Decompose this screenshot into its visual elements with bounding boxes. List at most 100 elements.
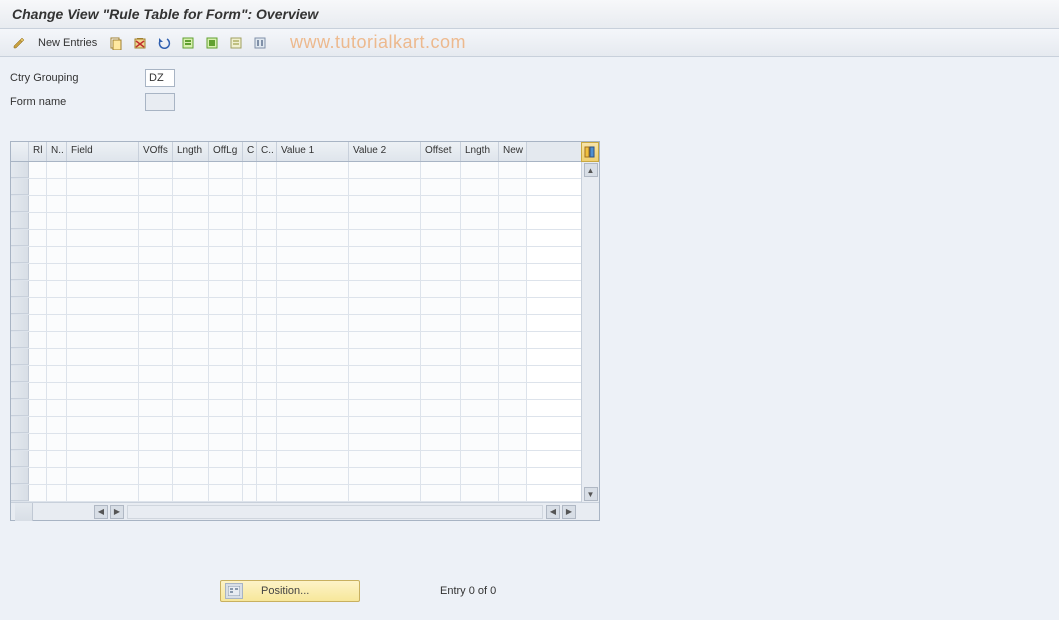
table-cell[interactable] (173, 264, 209, 280)
table-cell[interactable] (461, 179, 499, 195)
row-selector[interactable] (11, 281, 29, 297)
table-cell[interactable] (47, 298, 67, 314)
table-cell[interactable] (243, 366, 257, 382)
table-cell[interactable] (29, 400, 47, 416)
table-cell[interactable] (173, 315, 209, 331)
table-cell[interactable] (461, 485, 499, 501)
table-cell[interactable] (421, 434, 461, 450)
table-cell[interactable] (139, 332, 173, 348)
table-cell[interactable] (421, 247, 461, 263)
table-cell[interactable] (277, 383, 349, 399)
table-cell[interactable] (257, 485, 277, 501)
scroll-down-icon[interactable]: ▼ (584, 487, 598, 501)
table-row[interactable] (11, 196, 581, 213)
table-cell[interactable] (257, 179, 277, 195)
table-cell[interactable] (29, 315, 47, 331)
table-cell[interactable] (421, 485, 461, 501)
table-cell[interactable] (173, 213, 209, 229)
col-c1[interactable]: C (243, 142, 257, 161)
col-rl[interactable]: Rl (29, 142, 47, 161)
table-cell[interactable] (173, 417, 209, 433)
table-cell[interactable] (499, 298, 527, 314)
ctry-grouping-input[interactable] (145, 69, 175, 87)
table-cell[interactable] (209, 298, 243, 314)
table-cell[interactable] (47, 213, 67, 229)
table-cell[interactable] (67, 213, 139, 229)
table-cell[interactable] (277, 349, 349, 365)
table-cell[interactable] (139, 400, 173, 416)
table-cell[interactable] (349, 230, 421, 246)
table-cell[interactable] (209, 400, 243, 416)
table-cell[interactable] (29, 468, 47, 484)
table-cell[interactable] (209, 230, 243, 246)
table-cell[interactable] (421, 264, 461, 280)
table-cell[interactable] (499, 349, 527, 365)
col-new[interactable]: New (499, 142, 527, 161)
table-cell[interactable] (499, 451, 527, 467)
table-cell[interactable] (257, 196, 277, 212)
table-cell[interactable] (349, 366, 421, 382)
table-row[interactable] (11, 400, 581, 417)
table-cell[interactable] (47, 247, 67, 263)
select-all-icon[interactable] (179, 34, 197, 52)
table-cell[interactable] (173, 298, 209, 314)
table-cell[interactable] (257, 264, 277, 280)
table-cell[interactable] (243, 179, 257, 195)
table-cell[interactable] (29, 196, 47, 212)
table-cell[interactable] (349, 332, 421, 348)
table-cell[interactable] (243, 451, 257, 467)
row-selector[interactable] (11, 485, 29, 501)
table-cell[interactable] (257, 434, 277, 450)
table-cell[interactable] (139, 349, 173, 365)
table-cell[interactable] (461, 264, 499, 280)
col-offlg[interactable]: OffLg (209, 142, 243, 161)
table-cell[interactable] (209, 179, 243, 195)
row-selector[interactable] (11, 332, 29, 348)
table-cell[interactable] (257, 349, 277, 365)
table-cell[interactable] (173, 366, 209, 382)
table-cell[interactable] (209, 264, 243, 280)
table-cell[interactable] (209, 213, 243, 229)
col-n[interactable]: N.. (47, 142, 67, 161)
table-cell[interactable] (349, 196, 421, 212)
table-cell[interactable] (139, 281, 173, 297)
table-cell[interactable] (47, 434, 67, 450)
configuration-icon[interactable] (251, 34, 269, 52)
table-cell[interactable] (421, 213, 461, 229)
table-cell[interactable] (29, 264, 47, 280)
table-cell[interactable] (67, 264, 139, 280)
table-cell[interactable] (349, 417, 421, 433)
scroll-up-icon[interactable]: ▲ (584, 163, 598, 177)
table-cell[interactable] (139, 298, 173, 314)
table-cell[interactable] (47, 332, 67, 348)
table-cell[interactable] (421, 298, 461, 314)
hscroll-track[interactable] (127, 505, 543, 519)
table-cell[interactable] (209, 417, 243, 433)
table-cell[interactable] (67, 247, 139, 263)
table-cell[interactable] (277, 247, 349, 263)
table-cell[interactable] (29, 434, 47, 450)
table-cell[interactable] (209, 485, 243, 501)
table-cell[interactable] (29, 417, 47, 433)
table-cell[interactable] (209, 468, 243, 484)
undo-change-icon[interactable] (155, 34, 173, 52)
table-cell[interactable] (277, 417, 349, 433)
table-cell[interactable] (139, 485, 173, 501)
table-cell[interactable] (67, 349, 139, 365)
table-cell[interactable] (209, 162, 243, 178)
table-cell[interactable] (173, 162, 209, 178)
table-cell[interactable] (29, 162, 47, 178)
table-cell[interactable] (173, 196, 209, 212)
table-cell[interactable] (461, 434, 499, 450)
table-cell[interactable] (277, 298, 349, 314)
table-cell[interactable] (139, 213, 173, 229)
col-value2[interactable]: Value 2 (349, 142, 421, 161)
table-cell[interactable] (47, 451, 67, 467)
table-cell[interactable] (257, 366, 277, 382)
table-cell[interactable] (461, 315, 499, 331)
table-cell[interactable] (277, 400, 349, 416)
table-cell[interactable] (29, 298, 47, 314)
table-cell[interactable] (173, 349, 209, 365)
row-selector[interactable] (11, 213, 29, 229)
table-cell[interactable] (257, 315, 277, 331)
